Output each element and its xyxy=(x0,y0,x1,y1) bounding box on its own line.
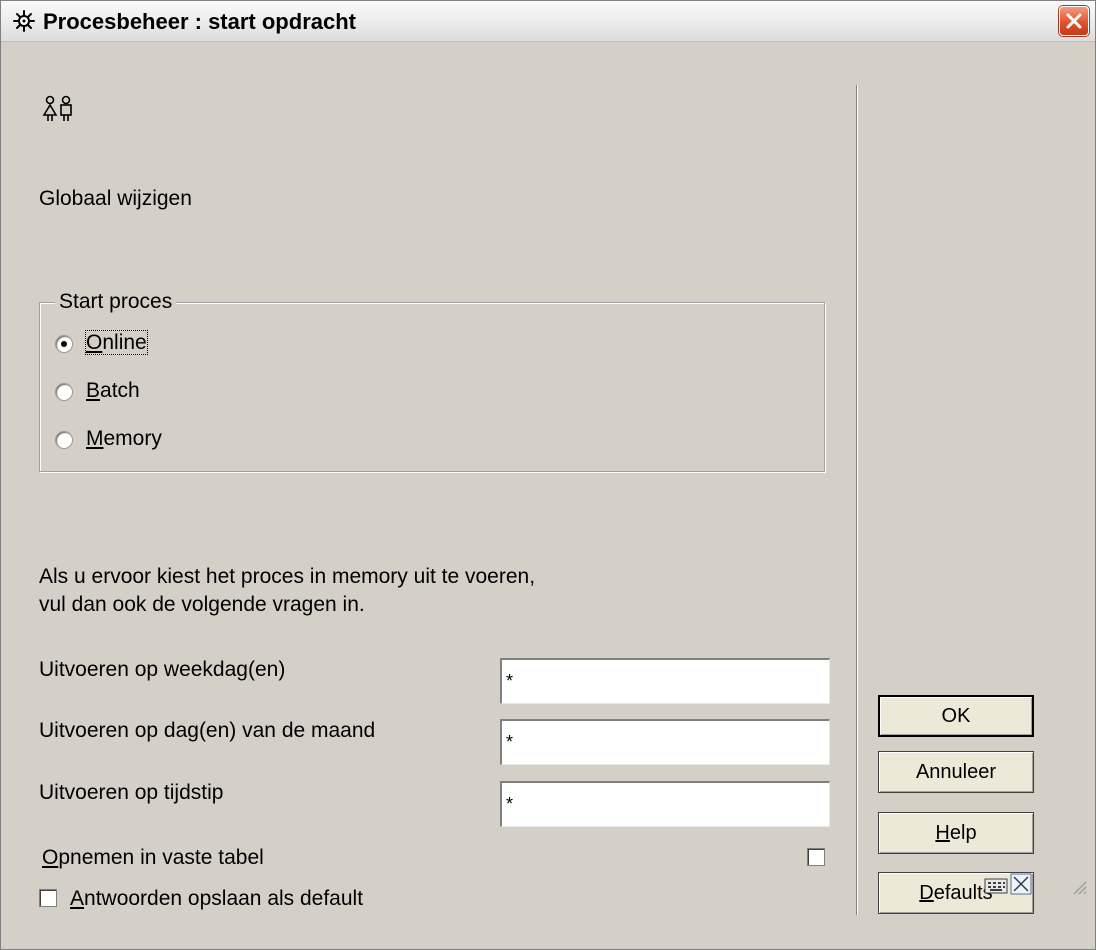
info-text-line1: Als u ervoor kiest het proces in memory … xyxy=(39,565,536,588)
resize-icon[interactable] xyxy=(1010,873,1032,895)
time-input[interactable] xyxy=(500,781,830,827)
weekday-label: Uitvoeren op weekdag(en) xyxy=(39,658,286,681)
statusbar-icons xyxy=(984,873,1032,895)
heading: Globaal wijzigen xyxy=(39,187,192,210)
start-process-group: Start proces Online Batch Memory xyxy=(39,290,825,472)
monthday-label: Uitvoeren op dag(en) van de maand xyxy=(39,719,376,742)
dialog-body: Globaal wijzigen Start proces Online Bat… xyxy=(6,45,1092,945)
radio-batch-label[interactable]: Batch xyxy=(86,379,140,403)
window-title: Procesbeheer : start opdracht xyxy=(43,9,356,34)
title-bar[interactable]: Procesbeheer : start opdracht xyxy=(1,1,1095,42)
info-text-line2: vul dan ook de volgende vragen in. xyxy=(39,593,365,616)
vertical-divider xyxy=(856,85,858,915)
radio-online-label[interactable]: Online xyxy=(85,330,148,355)
keyboard-icon[interactable] xyxy=(984,878,1008,894)
weekday-input[interactable] xyxy=(500,658,830,704)
save-defaults-checkbox[interactable] xyxy=(39,889,57,907)
resize-grip-icon[interactable] xyxy=(1069,877,1087,895)
radio-memory-label[interactable]: Memory xyxy=(86,427,162,451)
radio-online-button[interactable] xyxy=(55,335,73,353)
monthday-input[interactable] xyxy=(500,719,830,765)
fixed-table-checkbox[interactable] xyxy=(807,848,825,866)
help-button[interactable]: Help xyxy=(878,812,1034,854)
dialog-window: Procesbeheer : start opdracht Globaal wi… xyxy=(0,0,1096,950)
time-label: Uitvoeren op tijdstip xyxy=(39,781,224,804)
close-button[interactable] xyxy=(1059,6,1089,36)
gear-icon xyxy=(13,10,35,32)
radio-memory-button[interactable] xyxy=(55,431,73,449)
cancel-button[interactable]: Annuleer xyxy=(878,751,1034,793)
save-defaults-label[interactable]: Antwoorden opslaan als default xyxy=(70,887,363,911)
fixed-table-label[interactable]: Opnemen in vaste tabel xyxy=(42,846,264,870)
radio-batch-button[interactable] xyxy=(55,383,73,401)
start-process-legend: Start proces xyxy=(55,290,177,314)
people-icon xyxy=(42,95,72,121)
close-icon xyxy=(1066,13,1082,29)
ok-button[interactable]: OK xyxy=(878,695,1034,737)
